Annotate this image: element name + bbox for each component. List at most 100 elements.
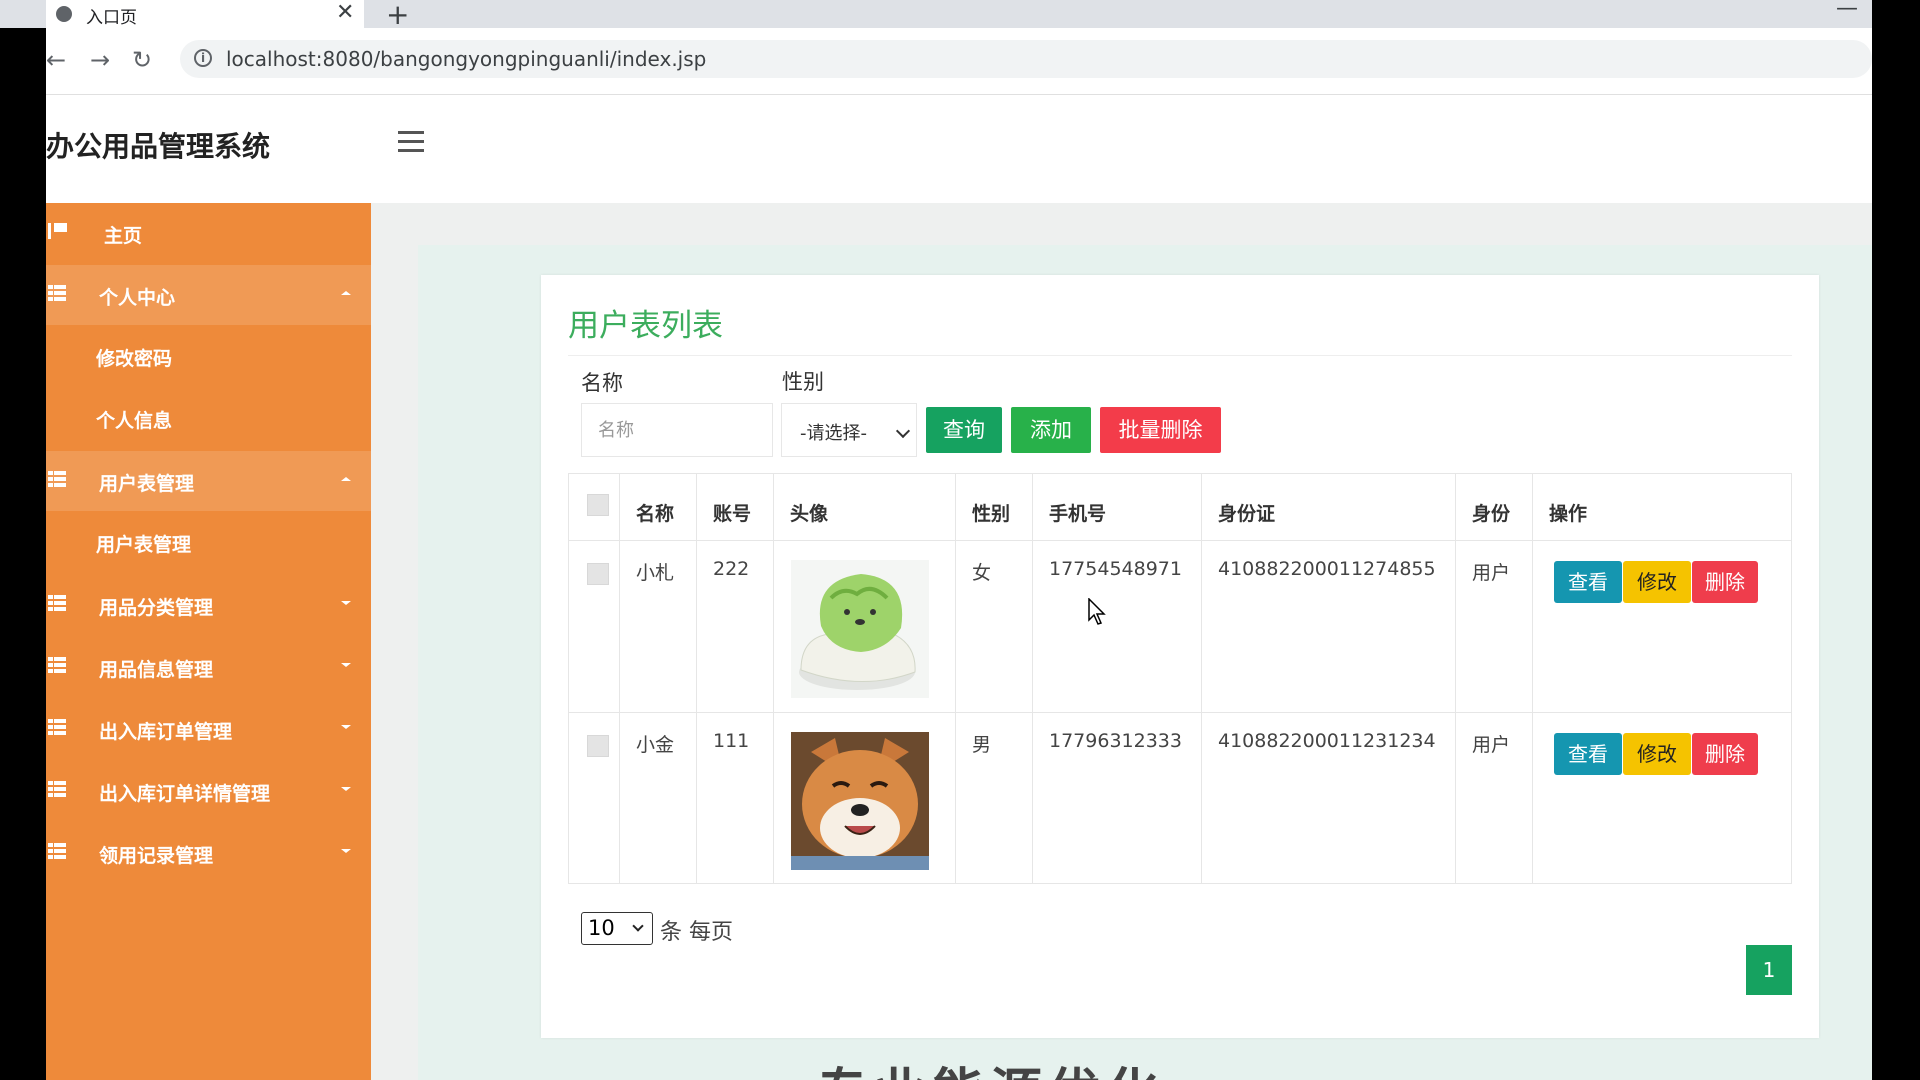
sidebar-item-label: 出入库订单详情管理	[99, 783, 271, 805]
divider	[568, 355, 1792, 356]
avatar	[791, 732, 929, 870]
column-header: 手机号	[1049, 503, 1107, 525]
sidebar-item-label: 用品分类管理	[99, 597, 214, 619]
sidebar-item-home[interactable]: 主页	[46, 203, 371, 263]
column-header: 身份证	[1218, 503, 1276, 525]
grid-icon	[48, 843, 66, 859]
sidebar-item-order-detail-mgmt[interactable]: 出入库订单详情管理	[46, 761, 371, 821]
sidebar-item-change-password[interactable]: 修改密码	[46, 326, 371, 386]
browser-toolbar: ← → ↻ i localhost:8080/bangongyongpingua…	[46, 28, 1872, 95]
caret-down-icon	[341, 725, 351, 729]
view-button[interactable]: 查看	[1554, 561, 1622, 603]
forward-icon[interactable]: →	[90, 46, 110, 74]
batch-delete-button[interactable]: 批量删除	[1100, 407, 1221, 453]
select-all-checkbox[interactable]	[587, 494, 609, 516]
grid-icon	[48, 471, 66, 487]
sidebar-item-usage-record-mgmt[interactable]: 领用记录管理	[46, 823, 371, 883]
chevron-down-icon	[632, 920, 644, 932]
column-header: 名称	[636, 503, 675, 525]
address-bar[interactable]: i localhost:8080/bangongyongpinguanli/in…	[180, 40, 1872, 78]
column-header: 身份	[1472, 503, 1511, 525]
cell-name: 小札	[636, 562, 675, 584]
sidebar-item-label: 修改密码	[96, 348, 173, 370]
sidebar-item-personal-info[interactable]: 个人信息	[46, 388, 371, 448]
caret-down-icon	[341, 787, 351, 791]
sidebar-item-label: 个人信息	[96, 410, 173, 432]
caret-down-icon	[341, 601, 351, 605]
grid-icon	[48, 657, 66, 673]
column-header: 头像	[790, 503, 829, 525]
sidebar-item-category-mgmt[interactable]: 用品分类管理	[46, 575, 371, 635]
new-tab-icon[interactable]: +	[386, 0, 409, 31]
gender-select[interactable]: -请选择-	[781, 403, 917, 457]
per-page-label: 条 每页	[660, 920, 733, 945]
cell-phone: 17754548971	[1049, 558, 1182, 580]
partial-footer-text: 专业能源优化	[816, 1055, 1296, 1080]
user-table: 名称 账号 头像 性别 手机号 身份证 身份 操作 小札 222 女 17754…	[568, 473, 1792, 884]
sidebar-item-label: 领用记录管理	[99, 845, 214, 867]
sidebar-item-label: 主页	[104, 225, 143, 247]
sidebar-item-label: 个人中心	[99, 287, 176, 309]
menu-icon[interactable]	[398, 131, 424, 158]
grid-icon	[48, 595, 66, 611]
grid-icon	[48, 285, 66, 301]
browser-tab[interactable]: 入口页 ✕	[46, 0, 364, 28]
sidebar-item-user-mgmt[interactable]: 用户表管理	[46, 451, 371, 511]
sidebar-item-personal-center[interactable]: 个人中心	[46, 265, 371, 325]
sidebar-item-label: 用品信息管理	[99, 659, 214, 681]
mouse-cursor-icon	[1088, 598, 1106, 625]
caret-down-icon	[341, 849, 351, 853]
sidebar-item-order-mgmt[interactable]: 出入库订单管理	[46, 699, 371, 759]
cell-id-card: 410882200011231234	[1218, 730, 1436, 752]
minimize-icon[interactable]: —	[1836, 0, 1858, 21]
chevron-down-icon	[895, 423, 911, 439]
browser-tabbar: 入口页 ✕ + —	[0, 0, 1872, 31]
reload-icon[interactable]: ↻	[132, 46, 152, 74]
info-icon[interactable]: i	[194, 49, 212, 67]
app-root: 办公用品管理系统 主页 个人中心 修改密码 个人信息 用户表管理 用户表管理 用…	[46, 95, 1872, 1080]
edit-button[interactable]: 修改	[1623, 561, 1691, 603]
caret-up-icon	[341, 291, 351, 295]
column-header: 性别	[972, 503, 1011, 525]
row-checkbox[interactable]	[587, 735, 609, 757]
page-size-value: 10	[588, 916, 615, 940]
app-header: 办公用品管理系统	[46, 95, 1872, 203]
cell-role: 用户	[1472, 734, 1511, 756]
delete-button[interactable]: 删除	[1692, 561, 1758, 603]
gender-select-value: -请选择-	[800, 423, 867, 444]
back-icon[interactable]: ←	[46, 46, 66, 74]
avatar	[791, 560, 929, 698]
query-button[interactable]: 查询	[926, 407, 1002, 453]
sidebar-item-user-table[interactable]: 用户表管理	[46, 512, 371, 572]
flag-icon	[48, 223, 69, 239]
delete-button[interactable]: 删除	[1692, 733, 1758, 775]
sidebar-item-item-info-mgmt[interactable]: 用品信息管理	[46, 637, 371, 697]
filter-gender-label: 性别	[782, 370, 824, 394]
view-button[interactable]: 查看	[1554, 733, 1622, 775]
app-title: 办公用品管理系统	[46, 130, 271, 163]
url-text[interactable]: localhost:8080/bangongyongpinguanli/inde…	[226, 47, 706, 71]
add-button[interactable]: 添加	[1011, 407, 1091, 453]
sidebar-item-label: 用户表管理	[96, 534, 192, 556]
cell-gender: 女	[972, 562, 992, 584]
column-header: 操作	[1549, 503, 1588, 525]
cell-phone: 17796312333	[1049, 730, 1182, 752]
edit-button[interactable]: 修改	[1623, 733, 1691, 775]
caret-up-icon	[341, 477, 351, 481]
filter-name-label: 名称	[581, 371, 623, 395]
cell-id-card: 410882200011274855	[1218, 558, 1436, 580]
cell-account: 111	[713, 730, 750, 752]
page-button-current[interactable]: 1	[1746, 945, 1792, 995]
name-search-input[interactable]: 名称	[581, 403, 773, 457]
globe-icon	[56, 6, 72, 22]
grid-icon	[48, 719, 66, 735]
sidebar: 主页 个人中心 修改密码 个人信息 用户表管理 用户表管理 用品分类管理 用品信…	[46, 203, 371, 1080]
row-checkbox[interactable]	[587, 563, 609, 585]
page-size-select[interactable]: 10	[581, 912, 653, 945]
user-list-panel: 用户表列表 名称 性别 名称 -请选择- 查询 添加 批量删除 名称 账号 头像…	[541, 275, 1819, 1038]
close-icon[interactable]: ✕	[336, 0, 354, 26]
grid-icon	[48, 781, 66, 797]
sidebar-item-label: 出入库订单管理	[99, 721, 233, 743]
cell-account: 222	[713, 558, 750, 580]
cell-gender: 男	[972, 734, 992, 756]
